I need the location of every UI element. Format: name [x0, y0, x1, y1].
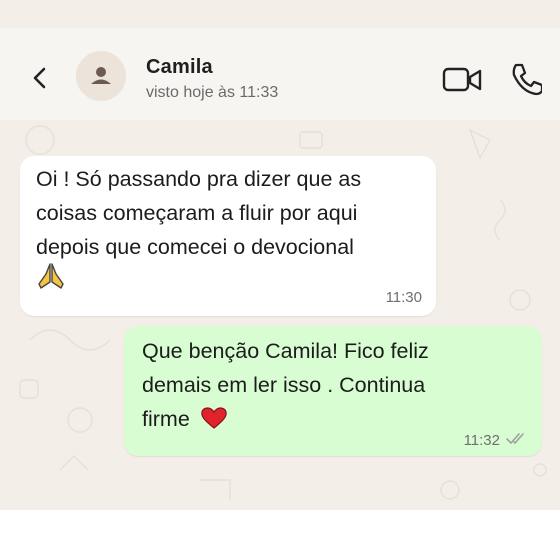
message-line: depois que comecei o devocional — [36, 235, 354, 259]
contact-name[interactable]: Camila — [146, 56, 213, 79]
last-seen-status: visto hoje às 11:33 — [146, 84, 279, 101]
message-line: demais em ler isso . Continua — [142, 373, 426, 397]
red-heart-emoji — [200, 407, 227, 429]
message-time: 11:30 — [385, 289, 422, 306]
message-time: 11:32 — [463, 432, 500, 449]
person-placeholder-icon — [91, 67, 111, 84]
outgoing-message-text: Que benção Camila! Fico feliz demais em … — [142, 334, 429, 436]
message-line-text: firme — [142, 407, 190, 431]
back-button[interactable] — [26, 64, 54, 92]
outgoing-message-bubble[interactable]: Que benção Camila! Fico feliz demais em … — [124, 326, 542, 456]
message-line: firme — [142, 402, 429, 436]
double-check-icon — [506, 433, 524, 445]
chat-screen: Camila visto hoje às 11:33 Oi ! Só passa… — [0, 0, 560, 510]
video-call-button[interactable] — [442, 65, 484, 95]
phone-icon — [512, 63, 544, 96]
voice-call-button[interactable] — [508, 61, 544, 97]
message-line: Que benção Camila! Fico feliz — [142, 339, 429, 363]
avatar[interactable] — [76, 51, 126, 101]
praying-hands-emoji — [36, 262, 66, 295]
incoming-message-bubble[interactable]: Oi ! Só passando pra dizer que as coisas… — [20, 156, 436, 316]
message-line: coisas começaram a fluir por aqui — [36, 201, 358, 225]
incoming-message-text: Oi ! Só passando pra dizer que as coisas… — [36, 162, 361, 264]
video-camera-icon — [442, 67, 482, 92]
chevron-left-icon — [33, 67, 46, 89]
message-line: Oi ! Só passando pra dizer que as — [36, 167, 362, 191]
